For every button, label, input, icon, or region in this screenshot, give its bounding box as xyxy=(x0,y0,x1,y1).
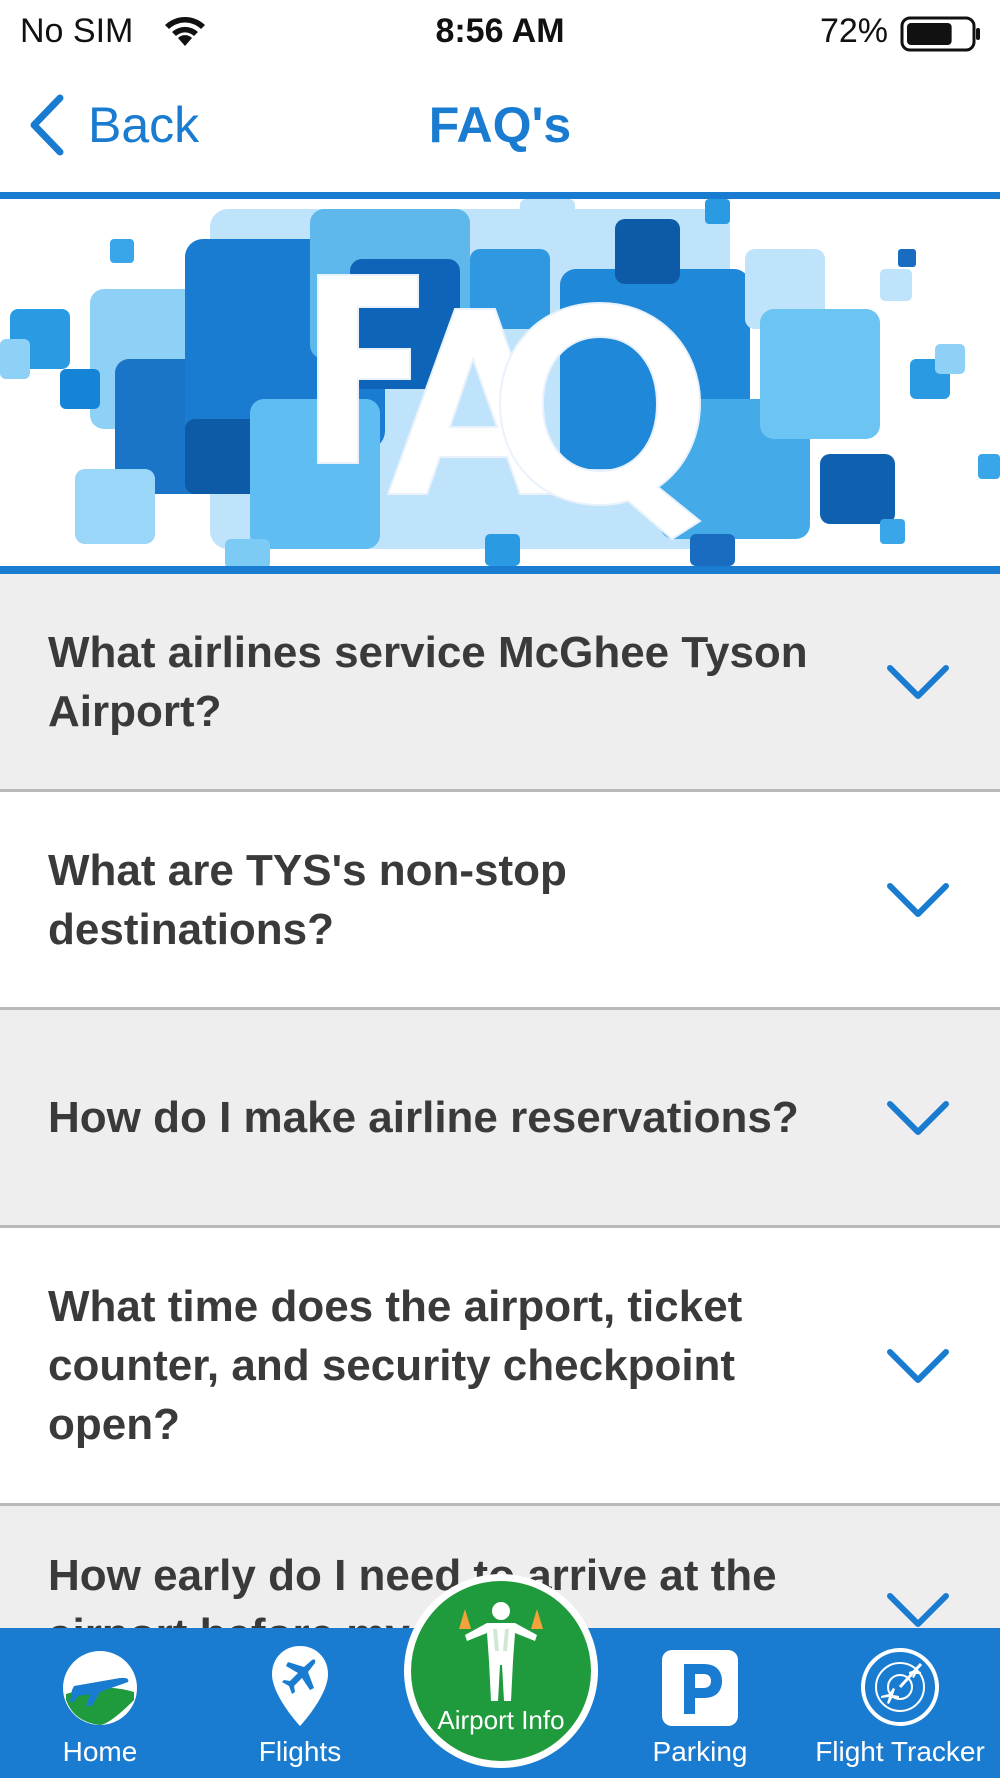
tab-flights[interactable]: Flights xyxy=(230,1628,370,1778)
banner-divider xyxy=(0,566,1000,574)
tab-airport-info-label: Airport Info xyxy=(437,1705,565,1735)
tab-home-label: Home xyxy=(62,1736,138,1767)
faq-list: What airlines service McGhee Tyson Airpo… xyxy=(0,574,1000,1628)
battery-icon xyxy=(900,16,980,52)
chevron-down-icon[interactable] xyxy=(886,1098,950,1138)
chevron-down-icon[interactable] xyxy=(886,880,950,920)
faq-question: What time does the airport, ticket count… xyxy=(48,1282,743,1449)
status-bar: No SIM 8:56 AM 72% xyxy=(0,0,1000,64)
tab-flight-tracker-label: Flight Tracker xyxy=(815,1736,985,1767)
plane-globe-icon xyxy=(63,1651,137,1725)
battery-percent: 72% xyxy=(819,12,888,50)
faq-item[interactable]: What time does the airport, ticket count… xyxy=(0,1228,1000,1506)
faq-question: What are TYS's non-stop destinations? xyxy=(48,845,567,954)
chevron-down-icon[interactable] xyxy=(886,662,950,702)
airport-info-circle: Airport Info xyxy=(411,1581,591,1761)
tab-parking[interactable]: Parking xyxy=(630,1628,770,1778)
faq-banner-graphic xyxy=(0,199,1000,566)
chevron-down-icon[interactable] xyxy=(886,1590,950,1628)
page-title: FAQ's xyxy=(428,97,572,153)
radar-icon xyxy=(861,1648,939,1726)
nav-bar: Back FAQ's xyxy=(0,64,1000,196)
faq-banner xyxy=(0,199,1000,566)
faq-item[interactable]: What are TYS's non-stop destinations? xyxy=(0,792,1000,1010)
faq-item[interactable]: What airlines service McGhee Tyson Airpo… xyxy=(0,574,1000,792)
faq-question: How do I make airline reservations? xyxy=(48,1093,799,1142)
ground-crew-icon xyxy=(459,1602,543,1701)
tab-flights-label: Flights xyxy=(258,1736,342,1767)
chevron-down-icon[interactable] xyxy=(886,1346,950,1386)
faq-question: What airlines service McGhee Tyson Airpo… xyxy=(48,627,808,736)
tab-parking-label: Parking xyxy=(652,1736,748,1767)
nav-divider xyxy=(0,192,1000,199)
parking-icon xyxy=(662,1650,738,1726)
tab-airport-info[interactable]: Airport Info xyxy=(404,1574,598,1768)
plane-pin-icon xyxy=(272,1646,328,1726)
tab-flight-tracker[interactable]: Flight Tracker xyxy=(800,1628,1000,1778)
tab-home[interactable]: Home xyxy=(30,1628,170,1778)
faq-item[interactable]: How do I make airline reservations? xyxy=(0,1010,1000,1228)
